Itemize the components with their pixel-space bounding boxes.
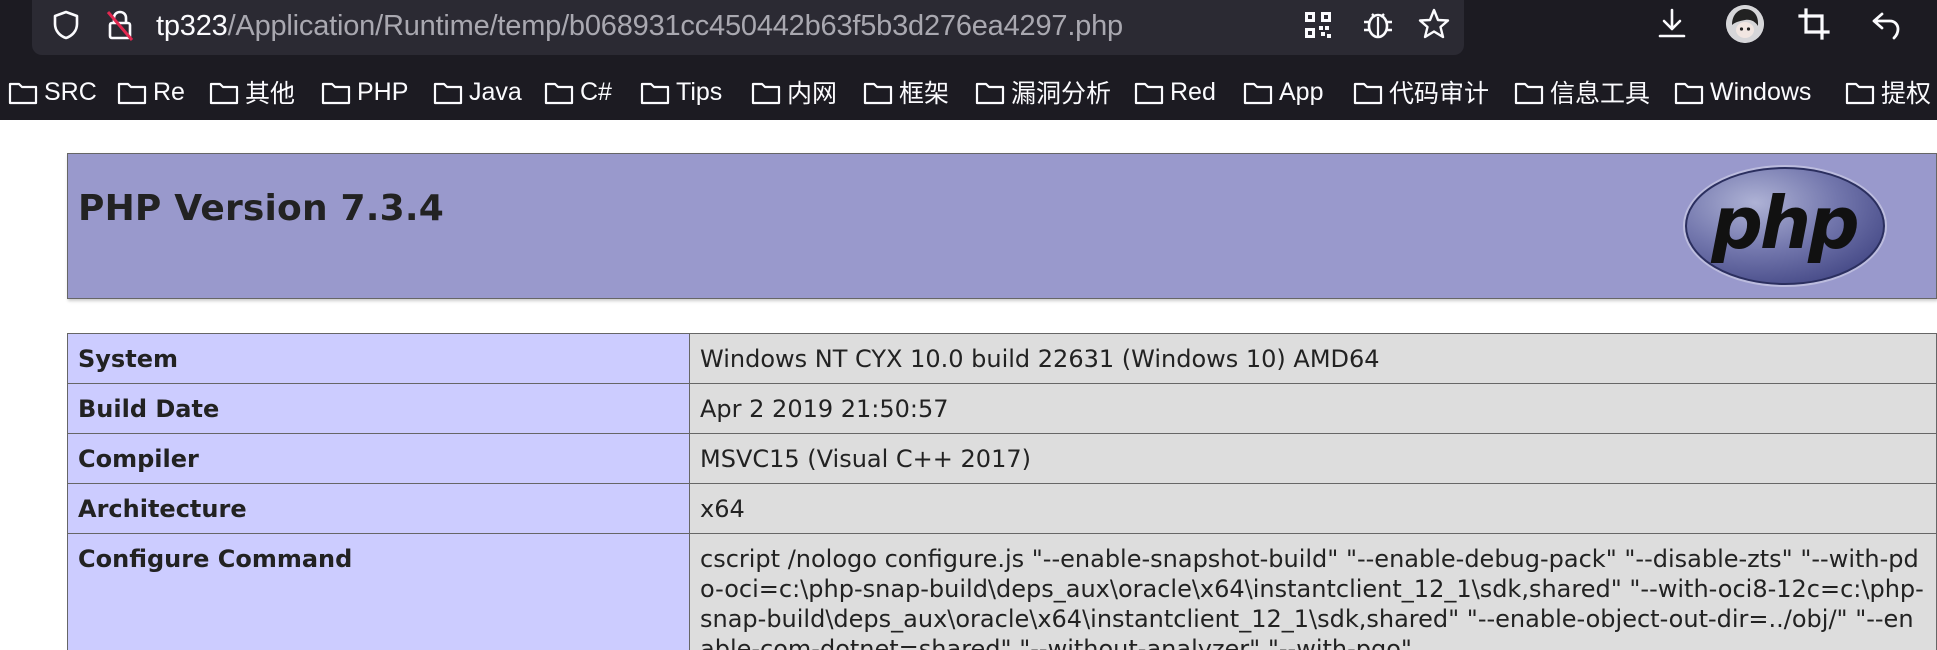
bookmark-label: 代码审计 [1389,80,1490,108]
table-row: Architecture x64 [67,483,1937,534]
bookmark-label: 内网 [787,80,838,108]
avatar[interactable] [1726,5,1764,43]
folder-icon [117,82,147,105]
folder-icon [1514,82,1544,105]
folder-icon [863,82,893,105]
bookmark-label: Java [469,77,522,106]
bookmark-label: Windows [1710,77,1812,106]
bookmark-label: 其他 [245,80,296,108]
bookmarks-bar: SRC Re 其他 PHP Java C# Tips 内网 框架 漏洞分析 Re… [0,70,1937,114]
table-row: System Windows NT CYX 10.0 build 22631 (… [67,333,1937,384]
row-key: Build Date [67,383,690,434]
address-bar[interactable]: tp323/Application/Runtime/temp/b068931cc… [32,0,1464,55]
folder-icon [1845,82,1875,105]
bookmark-label: Tips [676,77,723,106]
bookmark-label: PHP [357,77,409,106]
folder-icon [321,82,351,105]
bookmark-label: App [1279,77,1324,106]
folder-icon [544,82,574,105]
table-row: Build Date Apr 2 2019 21:50:57 [67,383,1937,434]
bookmark-folder-other[interactable]: 其他 [209,70,295,114]
folder-icon [1243,82,1273,105]
qr-code-icon[interactable] [1303,10,1333,40]
url-host: tp323 [156,10,228,42]
phpinfo-table: System Windows NT CYX 10.0 build 22631 (… [67,333,1937,650]
folder-icon [1134,82,1164,105]
bookmark-folder-framework[interactable]: 框架 [863,70,949,114]
folder-icon [975,82,1005,105]
bookmark-label: C# [580,77,612,106]
shield-icon[interactable] [50,9,82,41]
download-icon[interactable] [1654,6,1690,42]
bookmark-folder-red[interactable]: Red [1134,70,1216,114]
row-key: Architecture [67,483,690,534]
bookmark-folder-code-audit[interactable]: 代码审计 [1353,70,1489,114]
php-logo: php [1683,165,1887,287]
star-icon[interactable] [1416,6,1452,42]
row-value: cscript /nologo configure.js "--enable-s… [689,533,1937,650]
bookmark-label: Re [153,77,185,106]
row-value: x64 [689,483,1937,534]
bookmark-label: SRC [44,77,97,106]
bookmark-label: 框架 [899,80,950,108]
bookmark-folder-php[interactable]: PHP [321,70,408,114]
crop-icon[interactable] [1796,6,1832,42]
folder-icon [1674,82,1704,105]
svg-text:php: php [1710,181,1857,265]
row-value: Apr 2 2019 21:50:57 [689,383,1937,434]
bookmark-folder-windows[interactable]: Windows [1674,70,1811,114]
bookmark-label: 漏洞分析 [1011,80,1112,108]
folder-icon [640,82,670,105]
bookmark-folder-intranet[interactable]: 内网 [751,70,837,114]
folder-icon [751,82,781,105]
url-path: /Application/Runtime/temp/b068931cc45044… [227,10,1124,42]
folder-icon [209,82,239,105]
page-title: PHP Version 7.3.4 [78,188,445,229]
url-text[interactable]: tp323/Application/Runtime/temp/b068931cc… [156,6,1123,46]
bug-icon[interactable] [1360,6,1396,42]
folder-icon [433,82,463,105]
row-value: Windows NT CYX 10.0 build 22631 (Windows… [689,333,1937,384]
folder-icon [1353,82,1383,105]
bookmark-label: Red [1170,77,1216,106]
phpinfo-header: PHP Version 7.3.4 php [67,153,1937,299]
row-key: Compiler [67,433,690,484]
row-key: System [67,333,690,384]
bookmark-folder-src[interactable]: SRC [8,70,97,114]
row-key: Configure Command [67,533,690,650]
bookmark-folder-info-tools[interactable]: 信息工具 [1514,70,1650,114]
bookmark-folder-app[interactable]: App [1243,70,1323,114]
bookmark-folder-vuln-analysis[interactable]: 漏洞分析 [975,70,1111,114]
bookmark-folder-tips[interactable]: Tips [640,70,722,114]
row-value: MSVC15 (Visual C++ 2017) [689,433,1937,484]
folder-icon [8,82,38,105]
table-row: Configure Command cscript /nologo config… [67,533,1937,650]
lock-crossed-icon[interactable] [104,8,136,42]
bookmark-folder-java[interactable]: Java [433,70,522,114]
browser-toolbar: tp323/Application/Runtime/temp/b068931cc… [0,0,1937,120]
bookmark-label: 提权 [1881,80,1932,108]
bookmark-label: 信息工具 [1550,80,1651,108]
bookmark-folder-re[interactable]: Re [117,70,185,114]
table-row: Compiler MSVC15 (Visual C++ 2017) [67,433,1937,484]
bookmark-folder-csharp[interactable]: C# [544,70,612,114]
bookmark-folder-privesc[interactable]: 提权 [1845,70,1931,114]
back-icon[interactable] [1868,6,1904,42]
